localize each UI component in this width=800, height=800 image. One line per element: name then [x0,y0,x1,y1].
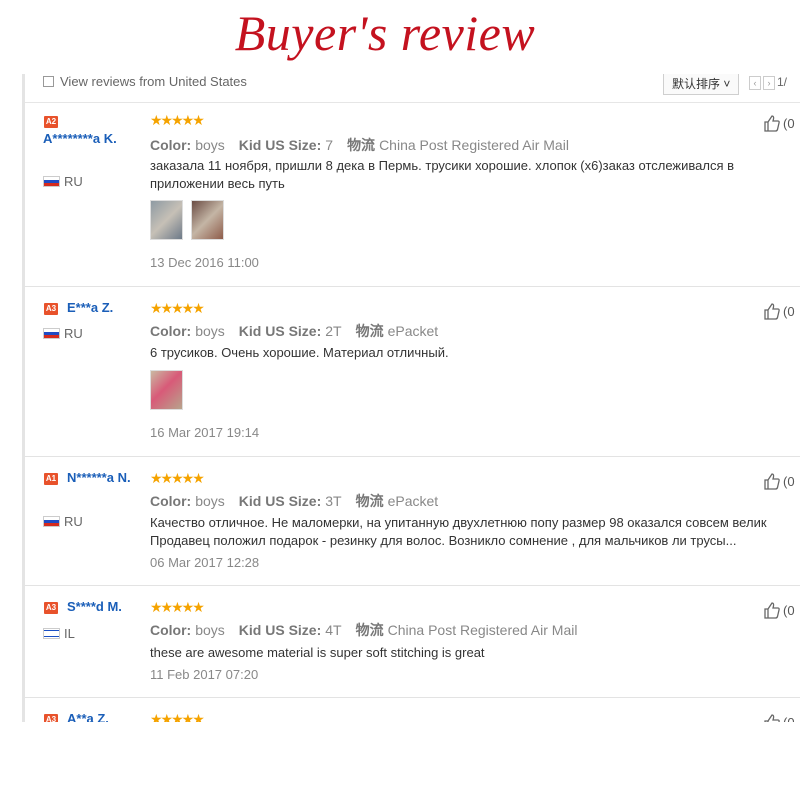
reviews-panel: View reviews from United States 默认排序 ˅ ‹… [0,74,800,722]
checkbox-icon[interactable] [43,76,54,87]
reviewer-country: RU [43,174,83,189]
shipping-value: China Post Registered Air Mail [379,137,569,153]
order-attributes: Color: boys Kid US Size: 3T 物流 ePacket [150,491,438,511]
review-date: 06 Mar 2017 12:28 [150,555,260,570]
review-photo[interactable] [150,200,183,240]
color-value: boys [195,137,225,153]
sort-label: 默认排序 [672,77,721,91]
helpful-count: (0 [783,603,795,618]
color-value: boys [195,323,225,339]
helpful-button[interactable]: (0 [763,302,795,320]
helpful-button[interactable]: (0 [763,472,795,490]
size-label: Kid US Size: [238,493,322,509]
helpful-count: (0 [783,304,795,319]
us-filter-checkbox[interactable]: View reviews from United States [43,74,247,89]
country-code: RU [64,174,83,189]
size-label: Kid US Size: [238,622,322,638]
thumbs-up-icon [764,115,780,132]
buyer-level-badge: A2 [44,116,58,128]
color-label: Color: [150,323,192,339]
review-date: 16 Mar 2017 19:14 [150,425,260,440]
country-code: RU [64,326,83,341]
shipping-value: ePacket [387,323,439,339]
reviewer-country: RU [43,326,83,341]
order-attributes: Color: boys Kid US Size: 7 物流 China Post Regi… [150,135,569,155]
color-label: Color: [150,622,192,638]
size-value: 3T [325,493,342,509]
page-indicator: 1/ [777,75,788,89]
size-value: 4T [325,622,342,638]
color-value: boys [195,622,225,638]
review-text-line1: 6 трусиков. Очень хорошие. Материал отли… [150,345,449,360]
star-rating: ★★★★★ [150,112,205,128]
helpful-count: (0 [783,715,795,722]
star-rating: ★★★★★ [150,300,205,316]
review-photo[interactable] [150,370,183,410]
page-headline: Buyer's review [234,5,536,61]
color-value: boys [195,493,225,509]
shipping-label: 物流 [355,622,384,638]
helpful-button[interactable]: (0 [763,114,795,132]
reviewer-name[interactable]: E***a Z. [43,300,143,316]
review-item: A3 S****d M. IL ★★★★★ Color: boys Kid US S… [25,585,800,698]
shipping-value: ePacket [387,493,439,509]
country-code: IL [64,626,75,641]
next-page-button[interactable]: › [763,76,775,90]
thumbs-up-icon [764,602,780,619]
shipping-value: China Post Registered Air Mail [387,622,578,638]
filter-label: View reviews from United States [60,74,247,89]
star-rating: ★★★★★ [150,599,205,615]
thumbs-up-icon [764,473,780,490]
pagination: ‹ › 1/ [749,75,787,90]
helpful-button[interactable]: (0 [763,601,795,619]
order-attributes: Color: boys Kid US Size: 2T 物流 ePacket [150,321,438,341]
size-value: 2T [325,323,342,339]
size-label: Kid US Size: [238,137,322,153]
size-value: 7 [325,137,334,153]
reviews-toolbar: View reviews from United States 默认排序 ˅ ‹… [25,74,800,103]
reviewer-name[interactable]: N******a N. [43,470,143,486]
shipping-label: 物流 [355,323,384,339]
review-date: 13 Dec 2016 11:00 [150,255,259,270]
review-item: A3 A**a Z. ★★★★★ (0 [25,697,800,722]
review-text-line1: заказала 11 ноября, пришли 8 дека в Перм… [150,158,735,173]
reviewer-name[interactable]: A********a K. [43,131,143,147]
reviewer-country: IL [43,626,75,641]
star-rating: ★★★★★ [150,470,205,486]
sort-dropdown[interactable]: 默认排序 ˅ [663,74,739,95]
reviewer-country: RU [43,514,83,529]
russia-flag-icon [43,328,60,339]
chevron-down-icon: ˅ [723,77,731,91]
helpful-count: (0 [783,116,795,131]
russia-flag-icon [43,516,60,527]
shipping-label: 物流 [347,137,376,153]
prev-page-button[interactable]: ‹ [749,76,761,90]
review-item: A2 A********a K. RU ★★★★★ Color: boys Kid … [25,102,800,287]
size-label: Kid US Size: [238,323,322,339]
color-label: Color: [150,493,192,509]
review-photo[interactable] [191,200,224,240]
shipping-label: 物流 [355,493,384,509]
review-text-line2: Продавец положил подарок - резинку для в… [150,533,737,548]
review-item: A1 N******a N. RU ★★★★★ Color: boys Kid US… [25,456,800,586]
thumbs-up-icon [764,714,780,722]
israel-flag-icon [43,628,60,639]
review-text-line2: приложении весь путь [150,176,285,191]
review-date: 11 Feb 2017 07:20 [150,667,259,682]
review-text-line1: Качество отличное. Не маломерки, на упит… [150,515,767,530]
order-attributes: Color: boys Kid US Size: 4T 物流 China Post Reg… [150,620,577,640]
color-label: Color: [150,137,192,153]
country-code: RU [64,514,83,529]
helpful-button[interactable]: (0 [763,713,795,722]
review-item: A3 E***a Z. RU ★★★★★ Color: boys Kid US Si… [25,286,800,457]
star-rating: ★★★★★ [150,711,205,722]
review-text-line1: these are awesome material is super soft… [150,645,485,660]
russia-flag-icon [43,176,60,187]
thumbs-up-icon [764,303,780,320]
helpful-count: (0 [783,474,795,489]
